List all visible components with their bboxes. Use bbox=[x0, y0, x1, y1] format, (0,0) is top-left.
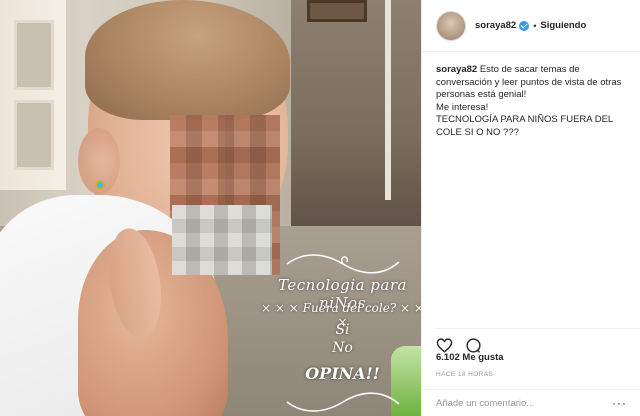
header-username[interactable]: soraya82 bbox=[475, 20, 516, 31]
door-pane bbox=[14, 20, 54, 90]
swirl-ornament-bottom bbox=[286, 392, 400, 412]
comment-bar: ··· bbox=[422, 389, 640, 416]
overlay-line-4: No bbox=[332, 340, 353, 356]
avatar[interactable] bbox=[436, 10, 466, 41]
post-actions bbox=[436, 328, 640, 354]
post-timestamp[interactable]: HACE 18 HORAS bbox=[436, 371, 493, 378]
more-options-icon[interactable]: ··· bbox=[612, 396, 627, 410]
photo-picture-frame bbox=[307, 0, 367, 22]
swirl-ornament-top bbox=[286, 254, 400, 274]
baby-hair bbox=[85, 0, 290, 120]
post-photo[interactable]: Tecnologia para niNos × × × Fuera del co… bbox=[0, 0, 421, 416]
pixelated-pacifier bbox=[172, 205, 272, 275]
photo-rail bbox=[385, 0, 391, 200]
caption-line-3: TECNOLOGÍA PARA NIÑOS FUERA DEL COLE SI … bbox=[436, 114, 613, 138]
post-caption: soraya82 Esto de sacar temas de conversa… bbox=[436, 64, 636, 140]
verified-badge-icon bbox=[519, 20, 530, 31]
comment-input[interactable] bbox=[436, 397, 611, 409]
photo-shelf bbox=[291, 0, 421, 230]
post-side-panel: soraya82 • Siguiendo soraya82 Esto de sa… bbox=[421, 0, 640, 416]
following-button[interactable]: Siguiendo bbox=[540, 20, 586, 31]
overlay-line-3: Si bbox=[335, 322, 350, 338]
earring bbox=[95, 180, 105, 190]
caption-line-2: Me interesa! bbox=[436, 101, 489, 113]
header-separator: • bbox=[533, 20, 537, 31]
likes-count[interactable]: 6.102 Me gusta bbox=[436, 352, 504, 363]
overlay-line-5: OPINA!! bbox=[305, 364, 380, 383]
photo-door bbox=[0, 0, 70, 190]
caption-username[interactable]: soraya82 bbox=[436, 64, 477, 75]
post-header: soraya82 • Siguiendo bbox=[422, 0, 640, 52]
door-pane bbox=[14, 100, 54, 170]
